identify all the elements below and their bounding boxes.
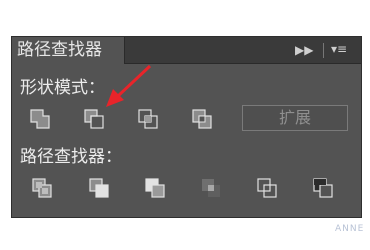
intersect-icon[interactable] bbox=[136, 107, 162, 133]
shape-modes-label: 形状模式： bbox=[20, 78, 105, 98]
watermark-text: ANNE bbox=[335, 224, 365, 234]
panel-menu-icon[interactable]: ▾≡ bbox=[331, 41, 347, 57]
pathfinder-panel: 路径查找器 ▶▶ ▾≡ 形状模式： 扩展 路径查找器： bbox=[11, 36, 362, 218]
divide-icon[interactable] bbox=[30, 176, 56, 202]
pathfinders-label: 路径查找器： bbox=[20, 147, 122, 167]
minus-back-icon[interactable] bbox=[311, 176, 337, 202]
outline-icon[interactable] bbox=[255, 176, 281, 202]
panel-tab-bar: 路径查找器 ▶▶ ▾≡ bbox=[12, 37, 361, 64]
expand-button: 扩展 bbox=[242, 105, 348, 131]
exclude-icon[interactable] bbox=[190, 107, 216, 133]
trim-icon[interactable] bbox=[87, 176, 113, 202]
merge-icon[interactable] bbox=[143, 176, 169, 202]
panel-tab-pathfinder[interactable]: 路径查找器 bbox=[12, 37, 125, 64]
minus-front-icon[interactable] bbox=[82, 107, 108, 133]
unite-icon[interactable] bbox=[28, 107, 54, 133]
crop-icon[interactable] bbox=[199, 176, 225, 202]
tab-separator bbox=[323, 43, 324, 58]
double-arrow-right-icon[interactable]: ▶▶ bbox=[295, 42, 313, 58]
